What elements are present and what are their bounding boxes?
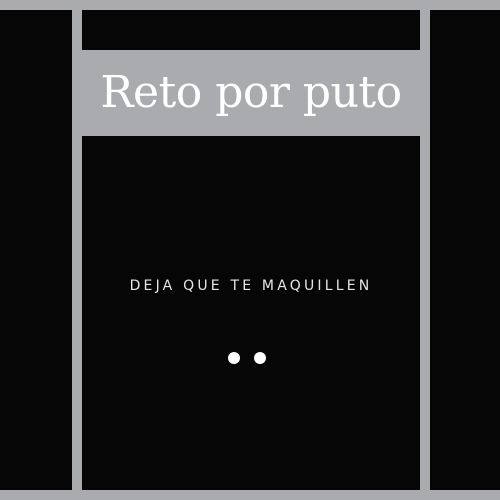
post-title: Reto por puto [100,67,402,118]
post-subtitle: DEJA QUE TE MAQUILLEN [129,278,373,294]
right-panel [430,10,500,490]
title-banner: Reto por puto [82,50,420,136]
carousel-dot[interactable] [228,352,240,364]
left-panel [0,10,72,490]
carousel-indicators [228,352,266,364]
carousel-dot[interactable] [254,352,266,364]
